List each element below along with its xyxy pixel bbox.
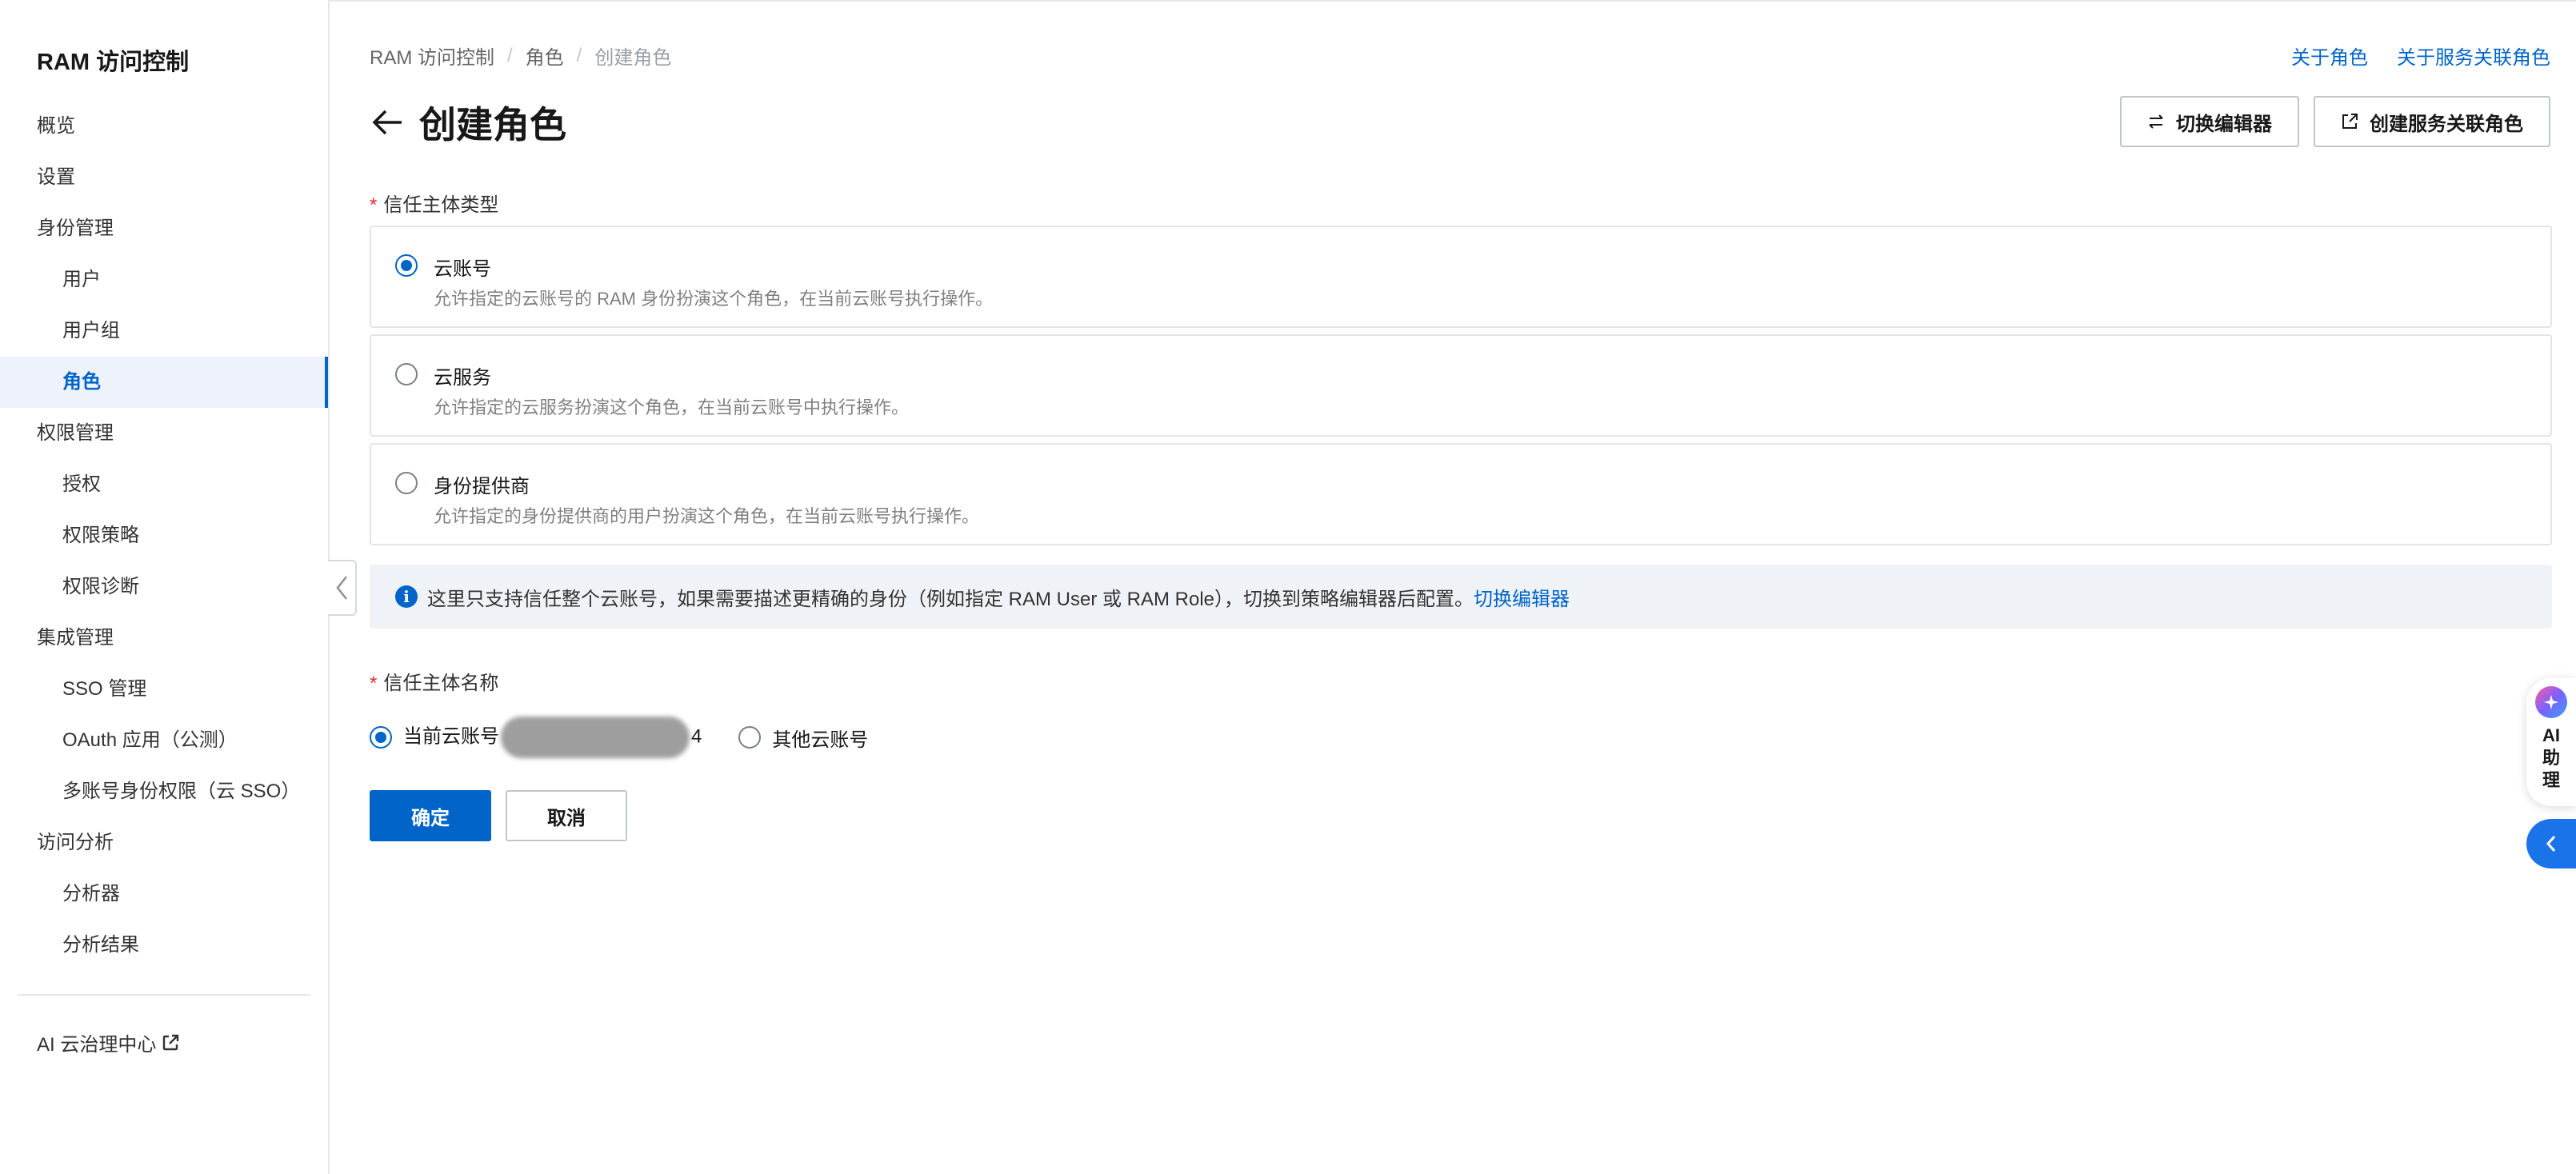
radio-current-account[interactable] xyxy=(370,726,392,749)
info-banner: i 这里只支持信任整个云账号，如果需要描述更精确的身份（例如指定 RAM Use… xyxy=(370,565,2552,629)
float-panel-toggle[interactable] xyxy=(2526,819,2576,869)
header-actions: 切换编辑器 创建服务关联角色 xyxy=(2120,96,2550,147)
sidebar-divider xyxy=(18,994,310,996)
ai-assistant-label: AI助理 xyxy=(2542,725,2560,790)
create-service-role-button[interactable]: 创建服务关联角色 xyxy=(2314,96,2550,147)
external-link-icon xyxy=(2342,114,2358,129)
cancel-button[interactable]: 取消 xyxy=(506,790,627,841)
create-service-role-label: 创建服务关联角色 xyxy=(2370,113,2523,135)
main-content: RAM 访问控制 / 角色 / 创建角色 关于角色 关于服务关联角色 创建角色 … xyxy=(330,0,2576,1174)
radio-cloud-service[interactable] xyxy=(395,363,418,385)
sidebar-group-permissions[interactable]: 权限管理 xyxy=(0,408,328,459)
option-title: 身份提供商 xyxy=(434,476,530,497)
sidebar-item-users[interactable]: 用户 xyxy=(0,254,328,305)
sidebar-item-sso[interactable]: SSO 管理 xyxy=(0,664,328,715)
ai-assistant-icon xyxy=(2535,686,2567,718)
option-title: 云账号 xyxy=(434,258,491,280)
radio-identity-provider[interactable] xyxy=(395,472,418,494)
trust-option-identity-provider[interactable]: 身份提供商 允许指定的身份提供商的用户扮演这个角色，在当前云账号执行操作。 xyxy=(370,443,2552,545)
sidebar-item-analysis-results[interactable]: 分析结果 xyxy=(0,920,328,971)
sidebar-nav: 概览 设置 身份管理 用户 用户组 角色 权限管理 授权 权限策略 权限诊断 集… xyxy=(0,101,328,971)
chevron-left-icon xyxy=(2546,836,2556,852)
required-asterisk: * xyxy=(370,673,378,694)
sidebar-group-analysis[interactable]: 访问分析 xyxy=(0,817,328,869)
redacted-account-id xyxy=(501,717,690,758)
sidebar-ext-label: AI 云治理中心 xyxy=(37,1034,157,1056)
page-title: 创建角色 xyxy=(419,104,566,146)
trust-name-label-text: 信任主体名称 xyxy=(383,673,499,694)
ai-assistant-button[interactable]: AI助理 xyxy=(2526,678,2576,806)
trust-option-cloud-service[interactable]: 云服务 允许指定的云服务扮演这个角色，在当前云账号中执行操作。 xyxy=(370,334,2552,437)
trust-name-label: * 信任主体名称 xyxy=(370,667,498,695)
page-header: 创建角色 xyxy=(370,96,566,149)
about-role-link[interactable]: 关于角色 xyxy=(2291,42,2368,70)
sidebar-group-identity[interactable]: 身份管理 xyxy=(0,203,328,254)
switch-editor-button[interactable]: 切换编辑器 xyxy=(2120,96,2299,147)
info-text: 这里只支持信任整个云账号，如果需要描述更精确的身份（例如指定 RAM User … xyxy=(427,588,1474,610)
sidebar-item-diagnosis[interactable]: 权限诊断 xyxy=(0,561,328,613)
sidebar-item-settings[interactable]: 设置 xyxy=(0,152,328,203)
about-service-role-link[interactable]: 关于服务关联角色 xyxy=(2397,42,2550,70)
sidebar-item-oauth[interactable]: OAuth 应用（公测） xyxy=(0,715,328,766)
info-icon: i xyxy=(395,585,418,608)
form-actions: 确定 取消 xyxy=(370,790,627,841)
switch-editor-link[interactable]: 切换编辑器 xyxy=(1474,583,1570,611)
breadcrumb-separator: / xyxy=(507,44,513,66)
sidebar-group-integration[interactable]: 集成管理 xyxy=(0,613,328,664)
breadcrumb-roles[interactable]: 角色 xyxy=(526,42,564,70)
radio-cloud-account[interactable] xyxy=(395,254,418,277)
sidebar: RAM 访问控制 概览 设置 身份管理 用户 用户组 角色 权限管理 授权 权限… xyxy=(0,0,330,1174)
trust-name-options: 当前云账号 4 其他云账号 xyxy=(370,717,868,758)
switch-editor-label: 切换编辑器 xyxy=(2176,113,2272,135)
trust-type-label-text: 信任主体类型 xyxy=(383,194,499,216)
current-account-label: 当前云账号 4 xyxy=(403,717,702,758)
option-description: 允许指定的云账号的 RAM 身份扮演这个角色，在当前云账号执行操作。 xyxy=(434,289,994,309)
trust-type-label: * 信任主体类型 xyxy=(370,189,498,217)
swap-icon xyxy=(2149,114,2163,129)
sidebar-item-overview[interactable]: 概览 xyxy=(0,101,328,152)
confirm-button[interactable]: 确定 xyxy=(370,790,491,841)
breadcrumb: RAM 访问控制 / 角色 / 创建角色 xyxy=(370,42,671,70)
breadcrumb-current: 创建角色 xyxy=(594,47,672,69)
other-account-option[interactable]: 其他云账号 xyxy=(738,724,868,752)
breadcrumb-separator: / xyxy=(576,44,582,66)
current-account-suffix: 4 xyxy=(691,725,702,748)
back-arrow-icon[interactable] xyxy=(370,105,405,140)
sidebar-item-user-groups[interactable]: 用户组 xyxy=(0,305,328,357)
current-account-prefix: 当前云账号 xyxy=(403,725,499,748)
option-description: 允许指定的云服务扮演这个角色，在当前云账号中执行操作。 xyxy=(434,397,910,417)
sidebar-item-ai-governance[interactable]: AI 云治理中心 xyxy=(37,1028,180,1056)
sidebar-title: RAM 访问控制 xyxy=(37,50,190,75)
sidebar-item-roles[interactable]: 角色 xyxy=(0,357,328,408)
external-link-icon xyxy=(163,1034,179,1050)
radio-other-account[interactable] xyxy=(738,726,762,749)
breadcrumb-ram[interactable]: RAM 访问控制 xyxy=(370,42,494,70)
required-asterisk: * xyxy=(370,194,378,216)
option-title: 云服务 xyxy=(434,367,491,389)
sidebar-item-grants[interactable]: 授权 xyxy=(0,459,328,510)
trust-option-cloud-account[interactable]: 云账号 允许指定的云账号的 RAM 身份扮演这个角色，在当前云账号执行操作。 xyxy=(370,226,2552,328)
top-links: 关于角色 关于服务关联角色 xyxy=(2291,42,2550,70)
sidebar-item-policies[interactable]: 权限策略 xyxy=(0,510,328,561)
current-account-option[interactable]: 当前云账号 4 xyxy=(370,717,702,758)
other-account-label: 其他云账号 xyxy=(772,729,869,751)
sidebar-item-analyzer[interactable]: 分析器 xyxy=(0,869,328,920)
option-description: 允许指定的身份提供商的用户扮演这个角色，在当前云账号执行操作。 xyxy=(434,506,980,526)
sidebar-item-cloud-sso[interactable]: 多账号身份权限（云 SSO） xyxy=(0,766,328,817)
